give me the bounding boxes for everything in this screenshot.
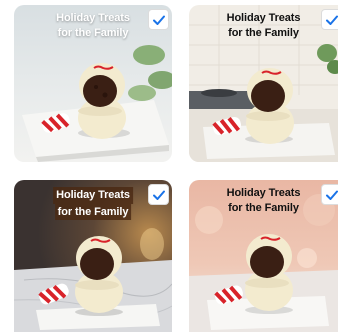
caption-line-2: for the Family (228, 201, 299, 214)
image-tile-3[interactable]: Holiday Treats for the Family (14, 180, 172, 332)
caption-line-1: Holiday Treats (226, 12, 301, 24)
caption-line-2: for the Family (228, 26, 299, 39)
caption-line-1: Holiday Treats (226, 187, 301, 199)
tile-caption: Holiday Treats for the Family (189, 11, 338, 40)
select-checkbox[interactable] (321, 9, 338, 30)
checkmark-icon (325, 15, 338, 25)
select-checkbox[interactable] (321, 184, 338, 205)
checkmark-icon (325, 190, 338, 200)
image-tile-2[interactable]: Holiday Treats for the Family (189, 5, 338, 162)
caption-line-2: for the Family (54, 203, 132, 220)
checkmark-icon (152, 15, 165, 25)
checkmark-icon (152, 190, 165, 200)
image-tile-4[interactable]: Holiday Treats for the Family (189, 180, 338, 332)
tile-caption: Holiday Treats for the Family (53, 187, 133, 220)
caption-line-1: Holiday Treats (53, 187, 133, 204)
select-checkbox[interactable] (148, 184, 169, 205)
tile-caption: Holiday Treats for the Family (189, 186, 338, 215)
image-tile-1[interactable]: Holiday Treats for the Family (14, 5, 172, 162)
select-checkbox[interactable] (148, 9, 169, 30)
